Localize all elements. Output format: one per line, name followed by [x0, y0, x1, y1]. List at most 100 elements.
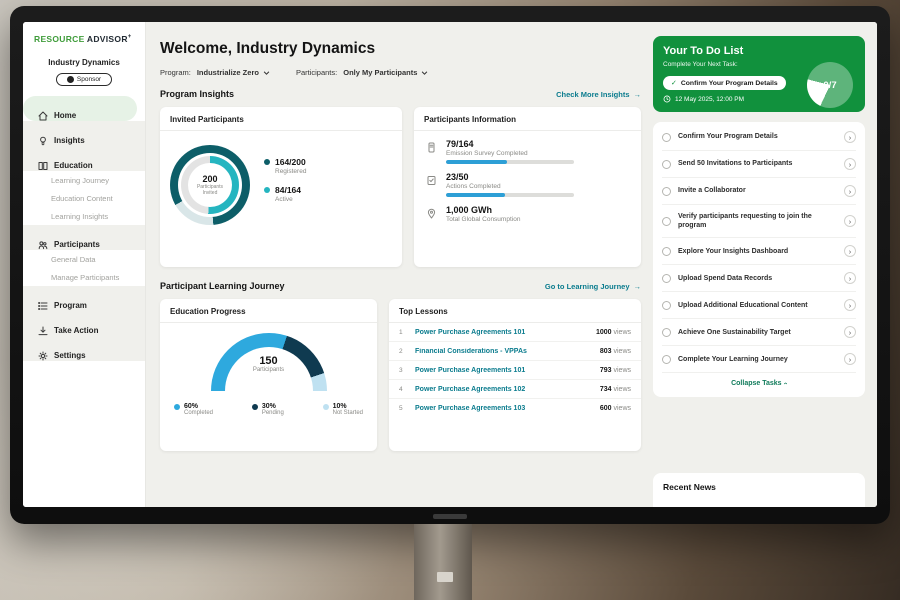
- stat-value: 79/164: [446, 139, 574, 149]
- chevron-right-icon[interactable]: ›: [844, 299, 856, 311]
- bulb-icon: [37, 135, 48, 146]
- lesson-link[interactable]: Power Purchase Agreements 102: [415, 386, 592, 393]
- lesson-link[interactable]: Power Purchase Agreements 101: [415, 329, 588, 336]
- task-checkbox[interactable]: [662, 301, 671, 310]
- gear-icon: [37, 350, 48, 361]
- task-checkbox[interactable]: [662, 187, 671, 196]
- program-filter-label: Program:: [160, 68, 191, 77]
- lesson-views: 1000 views: [596, 329, 631, 336]
- chevron-right-icon[interactable]: ›: [844, 353, 856, 365]
- gauge-center-value: 150: [211, 355, 327, 367]
- sidebar-item-program[interactable]: Program: [23, 286, 145, 311]
- task-item[interactable]: Explore Your Insights Dashboard ›: [662, 238, 856, 265]
- page-title: Welcome, Industry Dynamics: [160, 40, 641, 58]
- stat-label: Emission Survey Completed: [446, 150, 574, 157]
- chevron-up-icon: ›: [782, 383, 789, 385]
- chevron-right-icon[interactable]: ›: [844, 326, 856, 338]
- task-checkbox[interactable]: [662, 355, 671, 364]
- task-list-card: Confirm Your Program Details › Send 50 I…: [653, 122, 865, 397]
- lesson-link[interactable]: Power Purchase Agreements 103: [415, 405, 592, 412]
- donut-legend: 164/200 Registered 84/164 Active: [264, 157, 306, 213]
- program-filter-dropdown[interactable]: Industrialize Zero: [197, 68, 270, 77]
- sidebar-nav: Home Insights Education Learning Journey…: [23, 96, 145, 361]
- sidebar-item-insights[interactable]: Insights: [23, 121, 145, 146]
- screen: RESOURCE ADVISOR+ Industry Dynamics Spon…: [23, 22, 877, 507]
- chevron-right-icon[interactable]: ›: [844, 245, 856, 257]
- stat-label: Actions Completed: [446, 183, 574, 190]
- card-title: Invited Participants: [160, 107, 402, 131]
- todo-panel: Your To Do List Complete Your Next Task:…: [653, 22, 877, 507]
- legend-item: 10% Not Started: [323, 403, 363, 416]
- lesson-link[interactable]: Power Purchase Agreements 101: [415, 367, 592, 374]
- invited-participants-card: Invited Participants 200 Participants In…: [160, 107, 402, 267]
- task-checkbox[interactable]: [662, 160, 671, 169]
- chevron-right-icon[interactable]: ›: [844, 131, 856, 143]
- sidebar-item-education[interactable]: Education: [23, 146, 145, 171]
- task-item[interactable]: Send 50 Invitations to Participants ›: [662, 151, 856, 178]
- task-item[interactable]: Upload Spend Data Records ›: [662, 265, 856, 292]
- survey-icon: [426, 140, 438, 152]
- sidebar-item-settings[interactable]: Settings: [23, 336, 145, 361]
- task-checkbox[interactable]: [662, 133, 671, 142]
- sidebar-item-learning-insights[interactable]: Learning Insights: [23, 207, 145, 225]
- sidebar-item-participants[interactable]: Participants: [23, 225, 145, 250]
- task-item[interactable]: Verify participants requesting to join t…: [662, 205, 856, 238]
- check-more-insights-link[interactable]: Check More Insights →: [556, 90, 641, 99]
- lesson-row: 4 Power Purchase Agreements 102 734 view…: [389, 380, 641, 399]
- sidebar-item-learning-journey[interactable]: Learning Journey: [23, 171, 145, 189]
- participants-filter-dropdown[interactable]: Only My Participants: [343, 68, 428, 77]
- gauge-legend-dot: [323, 404, 329, 410]
- next-task-pill[interactable]: ✓ Confirm Your Program Details: [663, 76, 786, 90]
- task-checkbox[interactable]: [662, 328, 671, 337]
- task-item[interactable]: Upload Additional Educational Content ›: [662, 292, 856, 319]
- sidebar-item-general-data[interactable]: General Data: [23, 250, 145, 268]
- gauge-legend-dot: [174, 404, 180, 410]
- chevron-right-icon[interactable]: ›: [844, 158, 856, 170]
- legend-item: 84/164 Active: [264, 185, 306, 203]
- sponsor-label: Sponsor: [77, 76, 101, 83]
- sidebar-item-education-content[interactable]: Education Content: [23, 189, 145, 207]
- sponsor-icon: [67, 76, 74, 83]
- todo-summary-card: Your To Do List Complete Your Next Task:…: [653, 36, 865, 112]
- task-item[interactable]: Invite a Collaborator ›: [662, 178, 856, 205]
- sidebar-item-home[interactable]: Home: [23, 96, 137, 121]
- stat-label: Total Global Consumption: [446, 216, 520, 223]
- card-title: Top Lessons: [389, 299, 641, 323]
- sidebar-item-manage-participants[interactable]: Manage Participants: [23, 268, 145, 286]
- chevron-right-icon[interactable]: ›: [844, 272, 856, 284]
- program-insights-header: Program Insights Check More Insights →: [160, 89, 641, 99]
- task-item[interactable]: Achieve One Sustainability Target ›: [662, 319, 856, 346]
- donut-center-label: Participants Invited: [193, 184, 227, 196]
- donut-legend-dot: [264, 187, 270, 193]
- education-gauge-chart: 150 Participants: [211, 333, 327, 391]
- recent-news-card: Recent News: [653, 473, 865, 507]
- card-title: Participants Information: [414, 107, 641, 131]
- task-checkbox[interactable]: [662, 274, 671, 283]
- gauge-legend: 60% Completed 30% Pending 10% Not Starte…: [160, 391, 377, 416]
- section-title: Program Insights: [160, 89, 234, 99]
- sponsor-badge: Sponsor: [56, 73, 112, 86]
- todo-progress-value: 0/7: [812, 67, 848, 103]
- todo-title: Your To Do List: [663, 45, 855, 57]
- task-item[interactable]: Complete Your Learning Journey ›: [662, 346, 856, 373]
- chevron-right-icon[interactable]: ›: [844, 215, 856, 227]
- donut-center-value: 200: [202, 174, 217, 184]
- stat-row: 1,000 GWh Total Global Consumption: [414, 197, 641, 226]
- task-checkbox[interactable]: [662, 247, 671, 256]
- section-title: Participant Learning Journey: [160, 281, 285, 291]
- lesson-row: 3 Power Purchase Agreements 101 793 view…: [389, 361, 641, 380]
- lesson-views: 793 views: [600, 367, 631, 374]
- task-item[interactable]: Confirm Your Program Details ›: [662, 124, 856, 151]
- sidebar-item-take-action[interactable]: Take Action: [23, 311, 145, 336]
- collapse-tasks-link[interactable]: Collapse Tasks›: [662, 373, 856, 395]
- app-logo: RESOURCE ADVISOR+: [23, 34, 145, 44]
- task-checkbox[interactable]: [662, 217, 671, 226]
- location-pin-icon: [426, 206, 438, 218]
- stat-row: 23/50 Actions Completed: [414, 164, 641, 197]
- go-to-learning-journey-link[interactable]: Go to Learning Journey →: [545, 282, 641, 291]
- lesson-link[interactable]: Financial Considerations - VPPAs: [415, 348, 592, 355]
- lesson-views: 600 views: [600, 405, 631, 412]
- chevron-right-icon[interactable]: ›: [844, 185, 856, 197]
- list-icon: [37, 300, 48, 311]
- arrow-right-icon: →: [634, 90, 642, 99]
